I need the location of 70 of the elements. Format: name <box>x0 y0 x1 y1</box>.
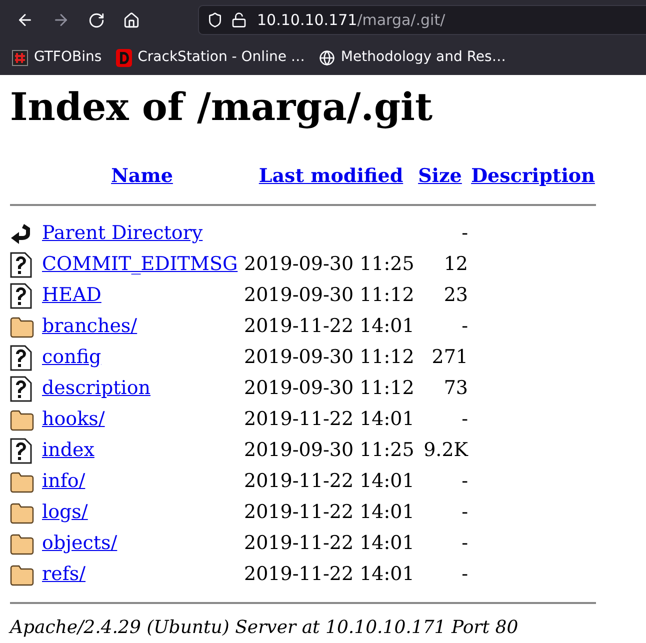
file-size: 271 <box>432 346 468 368</box>
file-size: - <box>462 408 468 430</box>
folder-icon <box>10 502 34 524</box>
file-link[interactable]: branches/ <box>42 315 138 337</box>
bookmark-item[interactable]: CrackStation - Online … <box>116 47 305 68</box>
bookmark-item[interactable]: GTFOBins <box>12 47 102 68</box>
file-link[interactable]: description <box>42 377 151 399</box>
file-link[interactable]: config <box>42 346 102 368</box>
forward-button[interactable] <box>52 11 70 29</box>
modified-date: 2019-11-22 14:01 <box>244 408 414 430</box>
server-signature: Apache/2.4.29 (Ubuntu) Server at 10.10.10.171 Port 80 <box>10 616 520 640</box>
bookmark-label: GTFOBins <box>34 48 102 67</box>
file-link[interactable]: index <box>42 439 94 461</box>
file-size: - <box>462 470 468 492</box>
file-size: - <box>462 315 468 337</box>
file-size: - <box>462 501 468 523</box>
column-header-link[interactable]: Size <box>418 165 462 187</box>
back-button[interactable] <box>16 11 34 29</box>
shield-icon <box>207 12 223 28</box>
file-link[interactable]: info/ <box>42 470 86 492</box>
file-link[interactable]: hooks/ <box>42 408 105 430</box>
file-size: - <box>462 222 468 244</box>
url-path: /marga/.git/ <box>357 10 446 31</box>
file-size: 9.2K <box>424 439 468 461</box>
unknown-file-icon <box>10 344 32 370</box>
hash-icon <box>12 50 28 66</box>
unknown-file-icon <box>10 438 32 464</box>
globe-icon <box>318 50 335 66</box>
folder-icon <box>10 564 34 586</box>
bookmark-label: CrackStation - Online … <box>138 48 305 67</box>
folder-icon <box>10 316 34 338</box>
file-link[interactable]: objects/ <box>42 532 118 554</box>
file-link[interactable]: COMMIT_EDITMSG <box>42 253 238 275</box>
unknown-file-icon <box>10 282 32 308</box>
page-title: Index of /marga/.git <box>10 83 434 131</box>
d-letter-icon <box>116 48 132 66</box>
modified-date: 2019-11-22 14:01 <box>244 532 414 554</box>
column-header-link[interactable]: Last modified <box>258 165 404 187</box>
unknown-file-icon <box>10 252 32 278</box>
folder-icon <box>10 532 34 554</box>
file-size: 12 <box>444 253 468 275</box>
modified-date: 2019-09-30 11:25 <box>244 253 414 275</box>
file-link[interactable]: HEAD <box>42 284 102 306</box>
url-host: 10.10.10.171 <box>257 10 358 31</box>
modified-date: 2019-09-30 11:12 <box>244 284 414 306</box>
file-size: - <box>462 563 468 585</box>
modified-date: 2019-11-22 14:01 <box>244 470 414 492</box>
insecure-lock-icon <box>231 12 247 28</box>
file-link[interactable]: refs/ <box>42 563 86 585</box>
modified-date: 2019-09-30 11:12 <box>244 346 414 368</box>
file-size: - <box>462 532 468 554</box>
column-header-link[interactable]: Name <box>111 165 173 187</box>
unknown-file-icon <box>10 376 32 402</box>
modified-date: 2019-11-22 14:01 <box>244 315 414 337</box>
modified-date: 2019-09-30 11:12 <box>244 377 414 399</box>
bookmark-label: Methodology and Res… <box>340 48 506 67</box>
file-link[interactable]: Parent Directory <box>42 222 203 244</box>
address-bar[interactable]: 10.10.10.171/marga/.git/ <box>198 5 646 35</box>
file-link[interactable]: logs/ <box>42 501 88 523</box>
home-button[interactable] <box>123 12 140 28</box>
file-size: 23 <box>444 284 468 306</box>
column-header-link[interactable]: Description <box>471 165 595 187</box>
modified-date: 2019-11-22 14:01 <box>244 563 414 585</box>
modified-date: 2019-09-30 11:25 <box>244 439 414 461</box>
folder-icon <box>10 470 34 492</box>
bookmark-item[interactable]: Methodology and Res… <box>318 47 506 68</box>
modified-date: 2019-11-22 14:01 <box>244 501 414 523</box>
folder-icon <box>10 408 34 430</box>
file-size: 73 <box>444 377 468 399</box>
reload-button[interactable] <box>88 12 105 28</box>
